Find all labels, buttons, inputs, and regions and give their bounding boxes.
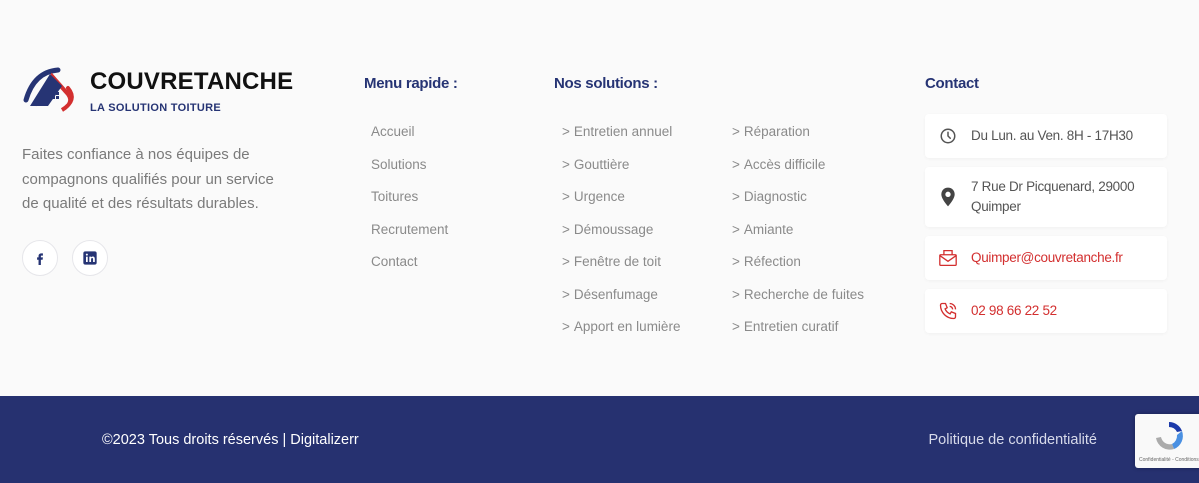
footer-bar: ©2023 Tous droits réservés | Digitalizer… — [0, 396, 1199, 483]
menu-link-toitures[interactable]: Toitures — [371, 189, 448, 222]
solution-label: Fenêtre de toit — [573, 254, 661, 269]
solution-link[interactable]: > Entretien curatif — [732, 319, 864, 352]
contact-hours: Du Lun. au Ven. 8H - 17H30 — [971, 128, 1133, 143]
solution-label: Apport en lumière — [573, 319, 681, 334]
contact-title: Contact — [925, 75, 979, 92]
solution-label: Recherche de fuites — [743, 286, 864, 302]
recaptcha-badge[interactable]: Confidentialité - Conditions — [1135, 414, 1199, 468]
solutions-title: Nos solutions : — [554, 75, 658, 92]
chevron-right-icon: > — [562, 124, 570, 139]
contact-phone-link[interactable]: 02 98 66 22 52 — [971, 301, 1057, 321]
solution-label: Diagnostic — [743, 189, 807, 204]
solution-label: Accès difficile — [743, 156, 826, 172]
facebook-icon — [37, 253, 43, 265]
contact-phone-card[interactable]: 02 98 66 22 52 — [925, 289, 1167, 333]
copyright-text: ©2023 Tous droits réservés | Digitalizer… — [102, 432, 359, 448]
chevron-right-icon: > — [562, 286, 570, 302]
chevron-right-icon: > — [732, 124, 740, 139]
solution-link[interactable]: > Réfection — [732, 254, 864, 287]
recaptcha-icon — [1156, 422, 1183, 450]
chevron-right-icon: > — [732, 189, 740, 204]
contact-email-card[interactable]: Quimper@couvretanche.fr — [925, 236, 1167, 280]
brand-subtitle: LA SOLUTION TOITURE — [90, 102, 221, 114]
menu-link-contact[interactable]: Contact — [371, 254, 448, 287]
chevron-right-icon: > — [562, 221, 570, 237]
solution-link[interactable]: > Gouttière — [562, 157, 680, 190]
solution-link[interactable]: > Amiante — [732, 222, 864, 255]
solution-link[interactable]: > Désenfumage — [562, 287, 680, 320]
chevron-right-icon: > — [562, 254, 570, 269]
solution-label: Réparation — [743, 124, 810, 139]
solution-link[interactable]: > Réparation — [732, 124, 864, 157]
linkedin-icon — [83, 251, 97, 265]
brand-tagline: Faites confiance à nos équipes de compag… — [22, 146, 274, 212]
social-links — [22, 240, 108, 276]
menu-rapide-list: Accueil Solutions Toitures Recrutement C… — [371, 124, 448, 287]
chevron-right-icon: > — [562, 189, 570, 204]
chevron-right-icon: > — [732, 286, 740, 302]
location-pin-icon — [937, 186, 959, 208]
solutions-list-2: > Réparation > Accès difficile > Diagnostic… — [732, 124, 864, 352]
solution-label: Urgence — [573, 189, 625, 204]
envelope-icon — [937, 247, 959, 269]
solution-label: Désenfumage — [573, 286, 658, 302]
clock-icon — [937, 125, 959, 147]
contact-address: 7 Rue Dr Picquenard, 29000 Quimper — [971, 179, 1135, 214]
chevron-right-icon: > — [732, 156, 740, 172]
solution-label: Réfection — [743, 254, 801, 269]
solution-link[interactable]: > Diagnostic — [732, 189, 864, 222]
logo-mark-icon — [23, 67, 74, 112]
solutions-list-1: > Entretien annuel > Gouttière > Urgence > D… — [562, 124, 680, 352]
chevron-right-icon: > — [562, 156, 570, 172]
menu-link-recrutement[interactable]: Recrutement — [371, 222, 448, 255]
solution-link[interactable]: > Apport en lumière — [562, 319, 680, 352]
contact-email-link[interactable]: Quimper@couvretanche.fr — [971, 248, 1123, 268]
menu-link-accueil[interactable]: Accueil — [371, 124, 448, 157]
contact-hours-card: Du Lun. au Ven. 8H - 17H30 — [925, 114, 1167, 158]
phone-icon — [937, 300, 959, 322]
solution-link[interactable]: > Recherche de fuites — [732, 287, 864, 320]
solution-label: Gouttière — [573, 156, 630, 172]
contact-address-card: 7 Rue Dr Picquenard, 29000 Quimper — [925, 167, 1167, 227]
solution-link[interactable]: > Entretien annuel — [562, 124, 680, 157]
privacy-policy-link[interactable]: Politique de confidentialité — [929, 432, 1097, 448]
brand-name: COUVRETANCHE — [90, 68, 294, 95]
solution-link[interactable]: > Fenêtre de toit — [562, 254, 680, 287]
solution-label: Entretien curatif — [743, 319, 839, 334]
chevron-right-icon: > — [732, 221, 740, 237]
solution-label: Démoussage — [573, 221, 654, 237]
solution-link[interactable]: > Accès difficile — [732, 157, 864, 190]
solution-link[interactable]: > Démoussage — [562, 222, 680, 255]
solution-label: Amiante — [743, 221, 794, 237]
menu-link-solutions[interactable]: Solutions — [371, 157, 448, 190]
chevron-right-icon: > — [562, 319, 570, 334]
solution-label: Entretien annuel — [573, 124, 673, 139]
recaptcha-terms: Confidentialité - Conditions — [1139, 457, 1199, 463]
facebook-button[interactable] — [22, 240, 58, 276]
menu-rapide-title: Menu rapide : — [364, 75, 458, 92]
chevron-right-icon: > — [732, 319, 740, 334]
chevron-right-icon: > — [732, 254, 740, 269]
solution-link[interactable]: > Urgence — [562, 189, 680, 222]
linkedin-button[interactable] — [72, 240, 108, 276]
